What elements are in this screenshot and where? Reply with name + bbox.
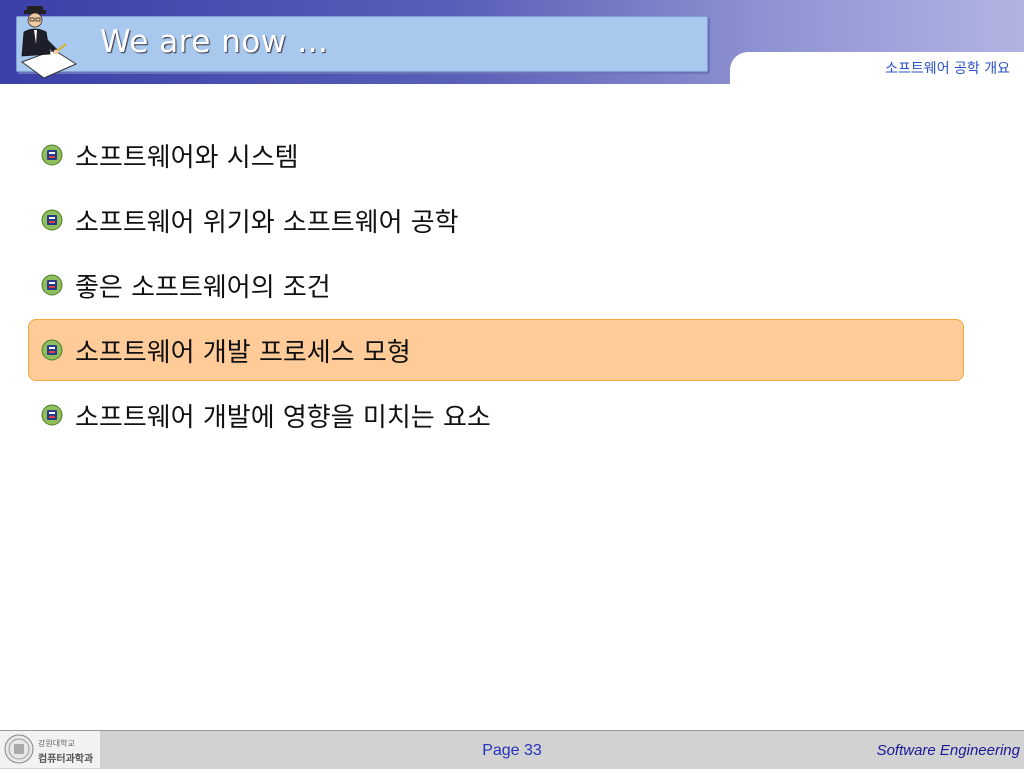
university-emblem-icon <box>41 209 63 231</box>
university-emblem-icon <box>41 404 63 426</box>
agenda-item-good-software[interactable]: 좋은 소프트웨어의 조건 <box>28 254 964 316</box>
page-number: Page 33 <box>482 742 542 759</box>
university-emblem-icon <box>41 274 63 296</box>
university-emblem-icon <box>41 339 63 361</box>
university-emblem-icon <box>41 144 63 166</box>
section-label: 소프트웨어 공학 개요 <box>885 61 1010 77</box>
agenda-item-label: 소프트웨어와 시스템 <box>75 142 299 173</box>
businessman-writing-icon <box>20 6 78 78</box>
agenda-item-label: 소프트웨어 위기와 소프트웨어 공학 <box>75 207 459 238</box>
course-name: Software Engineering <box>876 742 1020 759</box>
agenda-item-software-crisis[interactable]: 소프트웨어 위기와 소프트웨어 공학 <box>28 189 964 251</box>
agenda-item-influencing-factors[interactable]: 소프트웨어 개발에 영향을 미치는 요소 <box>28 384 964 446</box>
agenda-item-label: 소프트웨어 개발 프로세스 모형 <box>75 337 411 368</box>
agenda-item-label: 소프트웨어 개발에 영향을 미치는 요소 <box>75 402 491 433</box>
agenda-item-label: 좋은 소프트웨어의 조건 <box>75 272 331 303</box>
agenda-item-software-and-system[interactable]: 소프트웨어와 시스템 <box>28 124 964 186</box>
agenda-list: 소프트웨어와 시스템 소프트웨어 위기와 소프트웨어 공학 좋은 소프트웨어의 … <box>28 124 964 449</box>
page-title: We are now … <box>100 24 329 60</box>
agenda-item-process-model[interactable]: 소프트웨어 개발 프로세스 모형 <box>28 319 964 381</box>
